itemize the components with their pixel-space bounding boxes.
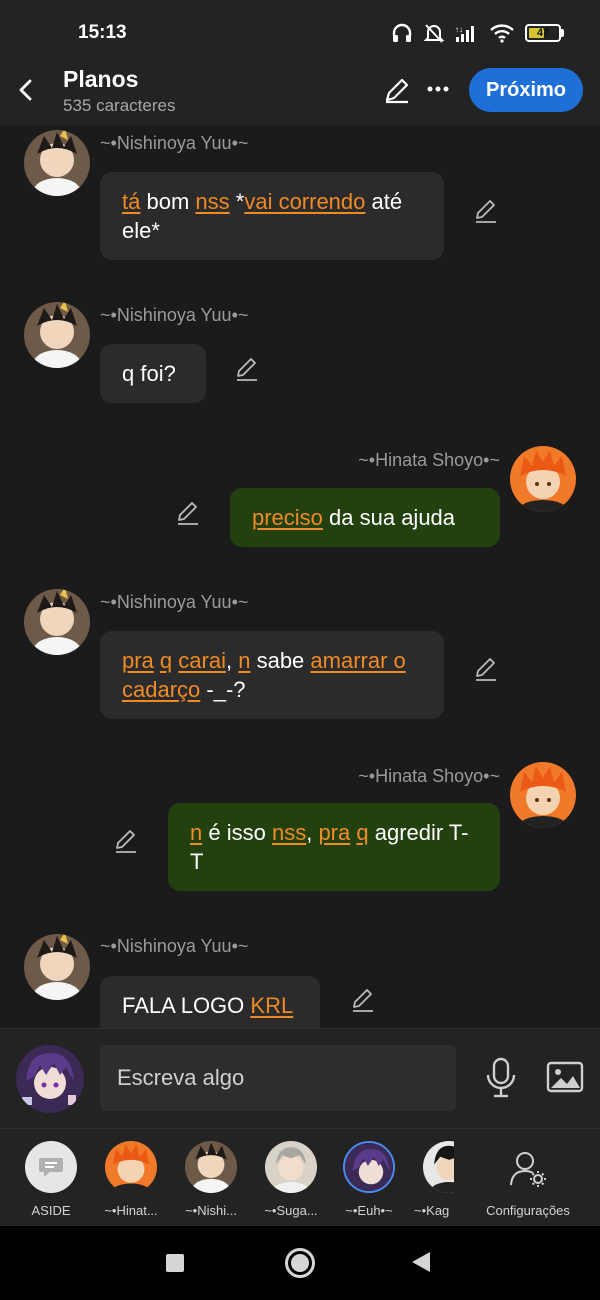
- image-icon[interactable]: [546, 1061, 584, 1098]
- edit-message-icon[interactable]: [473, 656, 499, 682]
- message-text: KRL: [250, 993, 294, 1018]
- character-label: ~•Kag: [414, 1203, 450, 1218]
- character-label: ~•Euh•~: [345, 1203, 393, 1218]
- character-bar: ASIDE ~•Hinat... ~•Nishi... ~•Suga... ~•…: [0, 1128, 600, 1226]
- header: Planos 535 caracteres Próximo: [0, 62, 600, 126]
- status-time: 15:13: [78, 22, 127, 43]
- svg-text:↑↓: ↑↓: [455, 25, 463, 34]
- hinata-avatar[interactable]: [510, 762, 576, 828]
- composer: Escreva algo: [0, 1028, 600, 1128]
- character-label: ~•Nishi...: [185, 1203, 237, 1218]
- message-text: q: [356, 820, 369, 845]
- message-bubble[interactable]: q foi?: [100, 344, 206, 403]
- sender-name: ~•Nishinoya Yuu•~: [100, 305, 249, 325]
- settings-label: Configurações: [486, 1203, 570, 1218]
- pencil-icon[interactable]: [383, 76, 411, 109]
- home-button[interactable]: [285, 1248, 315, 1278]
- kageyama-avatar: [423, 1141, 454, 1193]
- message-text: ,: [225, 648, 239, 673]
- next-button[interactable]: Próximo: [469, 68, 583, 112]
- message-text: q: [159, 648, 173, 673]
- message-text: carai: [178, 648, 226, 673]
- sender-name: ~•Hinata Shoyo•~: [358, 766, 500, 786]
- character-count: 535 caracteres: [63, 96, 176, 115]
- message-text: FALA LOGO: [122, 993, 251, 1018]
- mute-icon: [423, 24, 445, 43]
- chevron-left-icon: [19, 79, 32, 101]
- headphones-icon: [392, 23, 412, 42]
- character-euh[interactable]: ~•Euh•~: [330, 1141, 408, 1227]
- message-text: sabe: [250, 648, 311, 673]
- signal-icon: ↑↓: [455, 25, 474, 42]
- character-aside[interactable]: ASIDE: [12, 1141, 90, 1227]
- edit-message-icon[interactable]: [350, 987, 376, 1013]
- message-bubble[interactable]: pra q carai, n sabe amarrar o cadarço -_…: [100, 631, 444, 719]
- hinata-avatar[interactable]: [510, 446, 576, 512]
- nishinoya-avatar[interactable]: [24, 130, 90, 196]
- message-text: da sua ajuda: [322, 505, 456, 530]
- character-kageyama[interactable]: ~•Kag: [410, 1141, 454, 1227]
- battery-icon: 47: [525, 24, 561, 42]
- character-nishinoya[interactable]: ~•Nishi...: [172, 1141, 250, 1227]
- sender-name: ~•Nishinoya Yuu•~: [100, 936, 249, 956]
- message-text: pra: [122, 648, 154, 673]
- status-icons: ↑↓ 47: [391, 22, 564, 44]
- sender-name: ~•Hinata Shoyo•~: [358, 450, 500, 470]
- edit-message-icon[interactable]: [175, 500, 201, 526]
- back-button[interactable]: [10, 72, 40, 108]
- edit-message-icon[interactable]: [473, 198, 499, 224]
- message-text: tá: [122, 189, 141, 214]
- message-text: bom: [140, 189, 196, 214]
- chat-area[interactable]: ~•Nishinoya Yuu•~ tá bom nss *vai corren…: [0, 126, 600, 1028]
- message-bubble[interactable]: FALA LOGO KRL: [100, 976, 320, 1028]
- battery-level: 47: [536, 27, 550, 39]
- nishinoya-avatar[interactable]: [24, 589, 90, 655]
- sender-name: ~•Nishinoya Yuu•~: [100, 133, 249, 153]
- message-text: n: [190, 820, 203, 845]
- settings-button[interactable]: Configurações: [478, 1141, 578, 1227]
- status-bar: 15:13 ↑↓ 47: [0, 0, 600, 62]
- nishinoya-avatar: [185, 1141, 237, 1193]
- microphone-icon[interactable]: [484, 1057, 518, 1104]
- message-text: vai correndo: [244, 189, 366, 214]
- character-hinata[interactable]: ~•Hinat...: [92, 1141, 170, 1227]
- aside-icon: [25, 1141, 77, 1193]
- message-text: q foi?: [122, 361, 176, 386]
- user-settings-icon: [508, 1149, 548, 1194]
- message-text: *: [229, 189, 245, 214]
- message-bubble[interactable]: preciso da sua ajuda: [230, 488, 500, 547]
- wifi-icon: [490, 24, 514, 43]
- euh-avatar: [343, 1141, 395, 1193]
- message-text: -_-?: [200, 677, 246, 702]
- message-input[interactable]: Escreva algo: [100, 1045, 456, 1111]
- message-text: nss: [271, 820, 307, 845]
- edit-message-icon[interactable]: [113, 828, 139, 854]
- system-nav-bar: [0, 1226, 600, 1300]
- message-bubble[interactable]: n é isso nss, pra q agredir T-T: [168, 803, 500, 891]
- message-text: é isso: [202, 820, 272, 845]
- character-label: ASIDE: [31, 1203, 71, 1218]
- more-options-icon[interactable]: [425, 76, 451, 102]
- edit-message-icon[interactable]: [234, 356, 260, 382]
- message-text: pra: [318, 820, 351, 845]
- back-nav-button[interactable]: [412, 1252, 430, 1272]
- nishinoya-avatar[interactable]: [24, 302, 90, 368]
- hinata-avatar: [105, 1141, 157, 1193]
- message-bubble[interactable]: tá bom nss *vai correndo até ele*: [100, 172, 444, 260]
- nishinoya-avatar[interactable]: [24, 934, 90, 1000]
- message-text: n: [238, 648, 251, 673]
- suga-avatar: [265, 1141, 317, 1193]
- character-label: ~•Hinat...: [104, 1203, 158, 1218]
- character-label: ~•Suga...: [264, 1203, 318, 1218]
- page-title: Planos: [63, 66, 139, 92]
- message-text: ,: [306, 820, 319, 845]
- message-text: nss: [195, 189, 230, 214]
- current-character-avatar[interactable]: [16, 1045, 84, 1113]
- recents-button[interactable]: [166, 1254, 184, 1272]
- character-suga[interactable]: ~•Suga...: [252, 1141, 330, 1227]
- message-text: preciso: [252, 505, 323, 530]
- sender-name: ~•Nishinoya Yuu•~: [100, 592, 249, 612]
